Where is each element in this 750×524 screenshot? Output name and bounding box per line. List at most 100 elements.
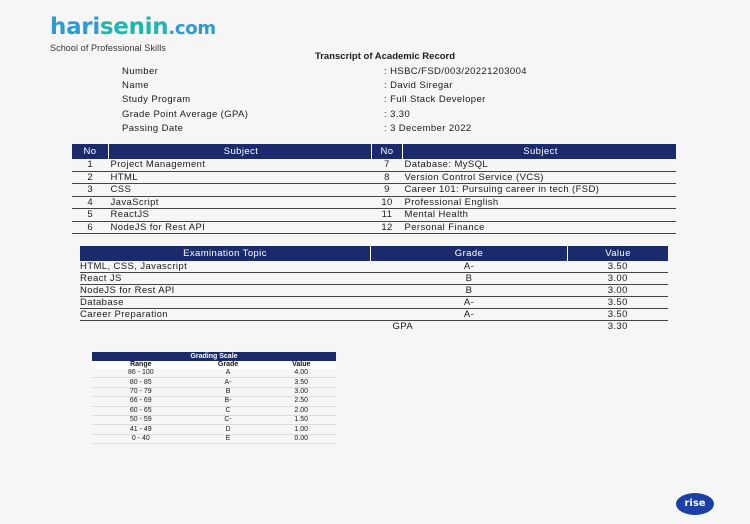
table-row: Career Preparation A- 3.50 bbox=[80, 308, 668, 321]
exam-grade: B bbox=[370, 284, 568, 297]
info-value: : HSBC/FSD/003/20221203004 bbox=[384, 66, 527, 77]
subject-no: 2 bbox=[72, 171, 109, 184]
gpa-row: GPA 3.30 bbox=[80, 321, 668, 333]
subject-no: 5 bbox=[72, 208, 109, 222]
scale-range: 41 - 49 bbox=[92, 424, 190, 435]
scale-range: 50 - 59 bbox=[92, 415, 190, 426]
subject-name: Database: MySQL bbox=[402, 159, 676, 172]
table-row: 50 - 59 C- 1.50 bbox=[92, 415, 336, 426]
col-header-topic: Examination Topic bbox=[80, 246, 371, 261]
subject-name: ReactJS bbox=[108, 208, 372, 222]
exam-grade: B bbox=[370, 272, 568, 285]
table-row: 5 ReactJS 11 Mental Health bbox=[72, 208, 676, 222]
table-row: NodeJS for Rest API B 3.00 bbox=[80, 284, 668, 297]
info-label: Name bbox=[122, 80, 149, 92]
logo-part-senin: senin bbox=[99, 14, 169, 40]
scale-grade: B- bbox=[189, 396, 267, 407]
scale-grade: D bbox=[189, 424, 267, 435]
info-label: Passing Date bbox=[122, 122, 184, 134]
col-header-no: No bbox=[371, 144, 403, 159]
col-header-range: Range bbox=[92, 361, 190, 369]
exam-topic: HTML, CSS, Javascript bbox=[80, 261, 371, 273]
exam-topic: React JS bbox=[80, 272, 371, 285]
document-title: Transcript of Academic Record bbox=[314, 51, 456, 62]
subject-no: 10 bbox=[371, 196, 403, 209]
subject-no: 11 bbox=[371, 208, 403, 222]
subject-name: NodeJS for Rest API bbox=[108, 221, 372, 234]
table-row: 86 - 100 A 4.00 bbox=[92, 369, 336, 379]
subject-name: CSS bbox=[108, 183, 372, 197]
scale-range: 0 - 40 bbox=[92, 434, 190, 445]
col-header-grade: Grade bbox=[189, 361, 267, 369]
table-row: 2 HTML 8 Version Control Service (VCS) bbox=[72, 171, 676, 184]
logo-part-hari: hari bbox=[50, 14, 100, 40]
scale-value: 1.50 bbox=[266, 415, 336, 426]
exam-value: 3.50 bbox=[567, 308, 668, 321]
gpa-label: GPA bbox=[392, 321, 414, 332]
exam-value: 3.50 bbox=[567, 261, 668, 273]
col-header-grade: Grade bbox=[370, 246, 568, 261]
subject-name: Career 101: Pursuing career in tech (FSD… bbox=[402, 183, 676, 197]
subject-name: Professional English bbox=[402, 196, 676, 209]
exam-topic: NodeJS for Rest API bbox=[80, 284, 371, 297]
info-label: Number bbox=[122, 66, 159, 77]
col-header-no: No bbox=[72, 144, 109, 159]
scale-grade: C- bbox=[189, 415, 267, 426]
subject-name: JavaScript bbox=[108, 196, 372, 209]
exam-topic: Career Preparation bbox=[80, 308, 371, 321]
scale-range: 60 - 65 bbox=[92, 406, 190, 416]
table-row: React JS B 3.00 bbox=[80, 272, 668, 285]
info-value: : Full Stack Developer bbox=[384, 94, 486, 106]
exam-header-row: Examination Topic Grade Value bbox=[80, 246, 668, 261]
info-label: Study Program bbox=[122, 94, 191, 106]
scale-value: 0.00 bbox=[266, 434, 336, 445]
scale-range: 66 - 69 bbox=[92, 396, 190, 407]
subject-no: 12 bbox=[371, 221, 403, 234]
grading-scale-caption: Grading Scale bbox=[92, 352, 336, 361]
subject-name: Personal Finance bbox=[402, 221, 676, 234]
gpa-spacer bbox=[80, 321, 371, 333]
table-row: 3 CSS 9 Career 101: Pursuing career in tech… bbox=[72, 183, 676, 197]
table-row: 66 - 69 B- 2.50 bbox=[92, 396, 336, 407]
scale-value: 2.00 bbox=[266, 406, 336, 416]
exam-value: 3.00 bbox=[567, 272, 668, 285]
exam-grade: A- bbox=[370, 308, 568, 321]
grading-caption-row: Grading Scale bbox=[92, 352, 336, 361]
subject-no: 6 bbox=[72, 221, 109, 234]
subject-name: Project Management bbox=[108, 159, 372, 172]
harisenin-logo: harisenin.com School of Professional Ski… bbox=[50, 14, 216, 53]
subject-no: 1 bbox=[72, 159, 109, 172]
examination-table: Examination Topic Grade Value HTML, CSS,… bbox=[80, 246, 668, 332]
subjects-table: No Subject No Subject 1 Project Managemen… bbox=[72, 144, 676, 234]
logo-part-com: .com bbox=[168, 18, 216, 39]
grading-header-row: Range Grade Value bbox=[92, 361, 336, 369]
subject-no: 9 bbox=[371, 183, 403, 197]
scale-grade: C bbox=[189, 406, 267, 416]
info-label: Grade Point Average (GPA) bbox=[122, 108, 249, 120]
subjects-header-row: No Subject No Subject bbox=[72, 144, 676, 159]
scale-value: 2.50 bbox=[266, 396, 336, 407]
col-header-subject: Subject bbox=[108, 144, 372, 159]
table-row: 80 - 85 A- 3.50 bbox=[92, 377, 336, 388]
scale-grade: A bbox=[189, 369, 267, 379]
exam-topic: Database bbox=[80, 296, 371, 309]
exam-value: 3.50 bbox=[567, 296, 668, 309]
table-row: HTML, CSS, Javascript A- 3.50 bbox=[80, 261, 668, 273]
subject-name: Mental Health bbox=[402, 208, 676, 222]
table-row: 4 JavaScript 10 Professional English bbox=[72, 196, 676, 209]
scale-range: 70 - 79 bbox=[92, 387, 190, 398]
scale-range: 80 - 85 bbox=[92, 377, 190, 388]
rise-badge-logo: rise bbox=[676, 493, 714, 515]
scale-value: 3.00 bbox=[266, 387, 336, 398]
scale-grade: B bbox=[189, 387, 267, 398]
table-row: 1 Project Management 7 Database: MySQL bbox=[72, 159, 676, 172]
scale-value: 1.00 bbox=[266, 424, 336, 435]
exam-grade: A- bbox=[370, 261, 568, 273]
table-row: 70 - 79 B 3.00 bbox=[92, 387, 336, 398]
subject-no: 4 bbox=[72, 196, 109, 209]
table-row: 0 - 40 E 0.00 bbox=[92, 434, 336, 445]
subject-name: HTML bbox=[108, 171, 372, 184]
col-header-subject: Subject bbox=[402, 144, 676, 159]
grading-scale-table: Grading Scale Range Grade Value 86 - 100… bbox=[92, 352, 336, 445]
table-row: 60 - 65 C 2.00 bbox=[92, 406, 336, 416]
